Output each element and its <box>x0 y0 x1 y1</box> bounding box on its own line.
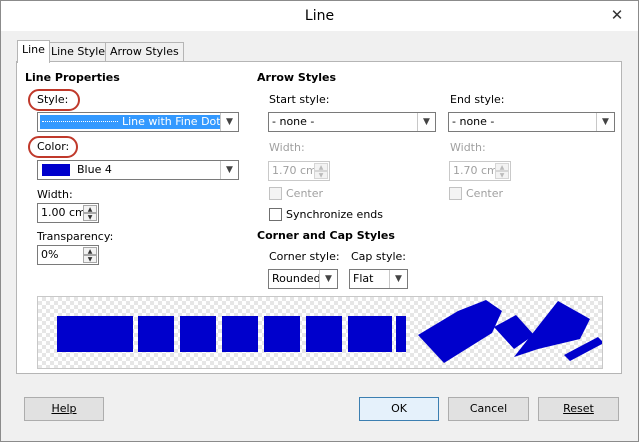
width-spinner[interactable]: 1.00 cm ▲ ▼ <box>37 203 99 223</box>
corner-style-label: Corner style: <box>269 250 340 263</box>
start-center-label: Center <box>286 187 324 200</box>
cap-style-label: Cap style: <box>351 250 406 263</box>
cap-style-select[interactable]: Flat ▼ <box>349 269 408 289</box>
end-width-label: Width: <box>450 141 486 154</box>
start-width-value: 1.70 cm <box>272 164 317 177</box>
start-center-checkbox[interactable] <box>269 187 282 200</box>
start-style-select[interactable]: - none - ▼ <box>268 112 436 132</box>
preview-dash-3 <box>180 316 216 352</box>
spin-up-icon[interactable]: ▲ <box>314 163 328 171</box>
color-select[interactable]: Blue 4 ▼ <box>37 160 239 180</box>
corner-style-value: Rounded <box>272 272 321 285</box>
style-label: Style: <box>37 93 69 106</box>
start-style-label: Start style: <box>269 93 330 106</box>
reset-button[interactable]: Reset <box>538 397 619 421</box>
style-select[interactable]: Line with Fine Dots ▼ <box>37 112 239 132</box>
preview-dash-6 <box>306 316 342 352</box>
preview-dash-5 <box>264 316 300 352</box>
transparency-label: Transparency: <box>37 230 114 243</box>
end-style-label: End style: <box>450 93 505 106</box>
corner-style-select[interactable]: Rounded ▼ <box>268 269 338 289</box>
color-swatch <box>42 164 70 176</box>
tab-arrow-styles[interactable]: Arrow Styles <box>105 42 184 62</box>
cancel-button[interactable]: Cancel <box>448 397 529 421</box>
start-width-spinner[interactable]: 1.70 cm ▲ ▼ <box>268 161 330 181</box>
color-label: Color: <box>37 140 70 153</box>
preview-dash-7 <box>348 316 392 352</box>
style-select-value: Line with Fine Dots <box>122 115 227 128</box>
line-preview <box>37 296 604 369</box>
line-dialog: Line ✕ Line Line Styles Arrow Styles Lin… <box>0 0 639 442</box>
synchronize-ends-checkbox[interactable] <box>269 208 282 221</box>
line-preview-graphic <box>57 300 604 363</box>
tab-line[interactable]: Line <box>17 40 50 63</box>
transparency-spinner[interactable]: 0% ▲ ▼ <box>37 245 99 265</box>
start-width-label: Width: <box>269 141 305 154</box>
preview-corner-1 <box>418 300 502 363</box>
line-properties-heading: Line Properties <box>25 71 120 84</box>
arrow-styles-heading: Arrow Styles <box>257 71 337 84</box>
chevron-down-icon: ▼ <box>389 270 407 288</box>
cap-style-value: Flat <box>353 272 374 285</box>
end-center-label: Center <box>466 187 504 200</box>
synchronize-ends-label: Synchronize ends <box>286 208 384 221</box>
end-style-value: - none - <box>452 115 495 128</box>
chevron-down-icon: ▼ <box>220 113 238 131</box>
close-icon[interactable]: ✕ <box>604 5 630 25</box>
window-title: Line <box>304 8 335 24</box>
width-value: 1.00 cm <box>41 206 86 219</box>
preview-dash-2 <box>138 316 174 352</box>
chevron-down-icon: ▼ <box>417 113 435 131</box>
end-width-spinner[interactable]: 1.70 cm ▲ ▼ <box>449 161 511 181</box>
spin-up-icon[interactable]: ▲ <box>83 247 97 255</box>
ok-button[interactable]: OK <box>359 397 439 421</box>
title-bar: Line ✕ <box>1 1 638 31</box>
spin-down-icon[interactable]: ▼ <box>83 213 97 221</box>
end-style-select[interactable]: - none - ▼ <box>448 112 615 132</box>
spin-down-icon[interactable]: ▼ <box>495 171 509 179</box>
spin-up-icon[interactable]: ▲ <box>495 163 509 171</box>
end-width-value: 1.70 cm <box>453 164 498 177</box>
corner-cap-heading: Corner and Cap Styles <box>257 229 395 242</box>
spin-up-icon[interactable]: ▲ <box>83 205 97 213</box>
preview-dash-8 <box>396 316 406 352</box>
width-label: Width: <box>37 188 73 201</box>
chevron-down-icon: ▼ <box>220 161 238 179</box>
chevron-down-icon: ▼ <box>596 113 614 131</box>
fine-dots-line-preview <box>42 121 118 122</box>
spin-down-icon[interactable]: ▼ <box>314 171 328 179</box>
preview-dash-4 <box>222 316 258 352</box>
preview-dash-1 <box>57 316 133 352</box>
transparency-value: 0% <box>41 248 59 261</box>
spin-down-icon[interactable]: ▼ <box>83 255 97 263</box>
color-select-value: Blue 4 <box>77 163 112 176</box>
chevron-down-icon: ▼ <box>319 270 337 288</box>
help-button[interactable]: Help <box>24 397 104 421</box>
end-center-checkbox[interactable] <box>449 187 462 200</box>
start-style-value: - none - <box>272 115 315 128</box>
